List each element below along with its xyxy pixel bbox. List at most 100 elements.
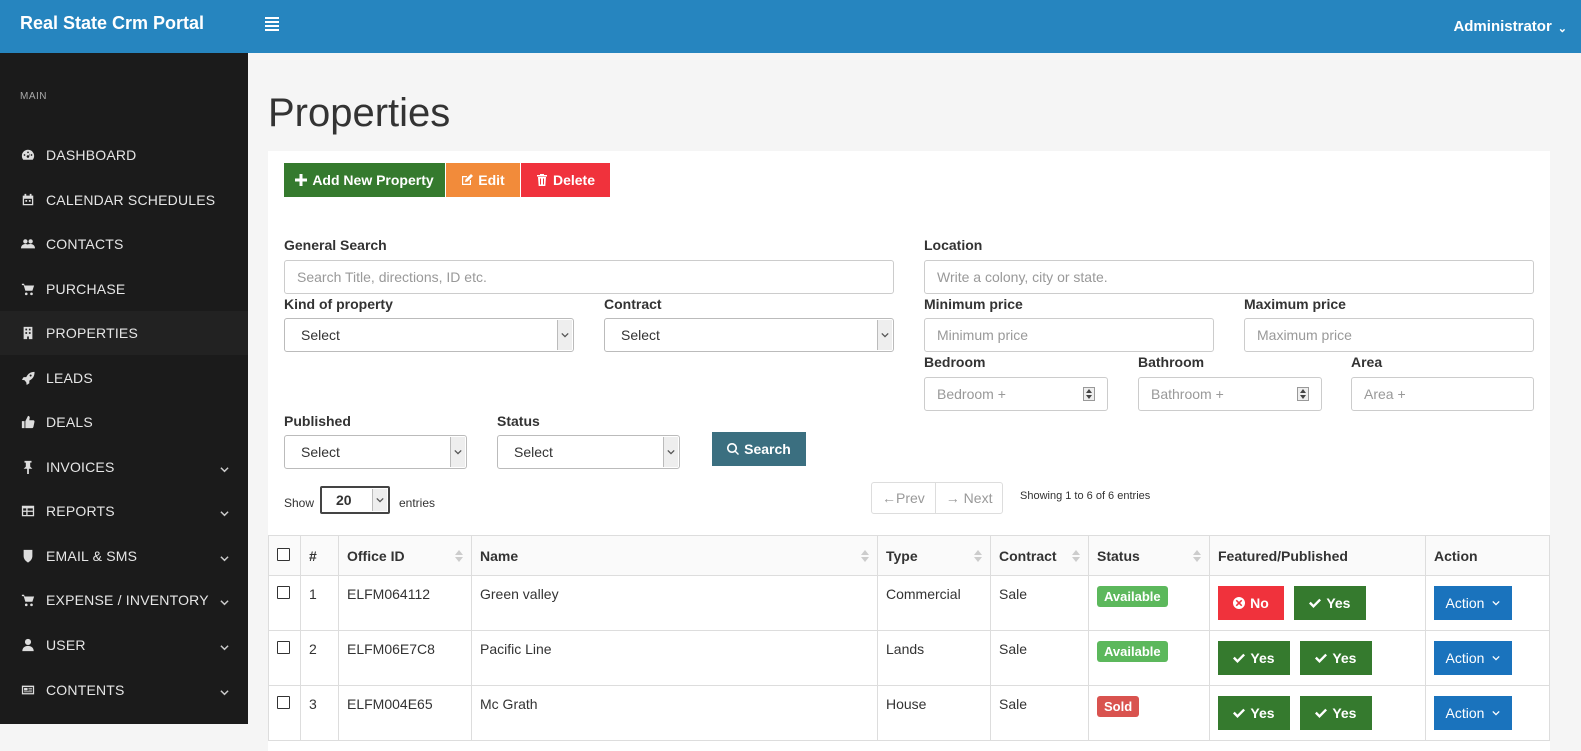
building-icon [20, 326, 36, 340]
cart-icon [20, 593, 36, 607]
bathroom-input[interactable]: Bathroom + [1138, 377, 1322, 411]
delete-button[interactable]: Delete [521, 163, 610, 197]
cell-action: Action [1425, 575, 1550, 631]
published-toggle-button[interactable]: Yes [1293, 586, 1366, 620]
cell-type: Lands [877, 630, 991, 686]
header-office-id[interactable]: Office ID [338, 535, 472, 576]
contract-label: Contract [604, 296, 662, 312]
sidebar-item-reports[interactable]: REPORTS [0, 489, 248, 533]
featured-label: Yes [1250, 705, 1275, 721]
header-name[interactable]: Name [471, 535, 878, 576]
chevron-down-icon [1492, 655, 1501, 661]
featured-toggle-button[interactable]: Yes [1218, 696, 1290, 730]
header-type[interactable]: Type [877, 535, 991, 576]
trash-icon [536, 174, 547, 186]
check-icon [1233, 653, 1246, 663]
kind-select[interactable]: Select [284, 318, 574, 352]
action-dropdown-button[interactable]: Action [1434, 586, 1512, 620]
sidebar-item-email-sms[interactable]: EMAIL & SMS [0, 534, 248, 578]
action-label: Action [1445, 705, 1485, 721]
status-select[interactable]: Select [497, 435, 680, 469]
checkbox[interactable] [277, 696, 290, 709]
action-dropdown-button[interactable]: Action [1434, 696, 1512, 730]
cell-number: 1 [300, 575, 339, 631]
row-select[interactable] [268, 630, 301, 686]
sidebar-item-label: LEADS [46, 370, 93, 386]
header-select-all[interactable] [268, 535, 301, 576]
published-select[interactable]: Select [284, 435, 467, 469]
sidebar-item-contacts[interactable]: CONTACTS [0, 222, 248, 266]
prev-page-button[interactable]: ←Prev [872, 483, 935, 513]
published-label: Published [284, 413, 351, 429]
bathroom-label: Bathroom [1138, 354, 1205, 370]
max-price-input[interactable]: Maximum price [1244, 318, 1534, 352]
cell-contract: Sale [990, 630, 1089, 686]
add-property-label: Add New Property [312, 172, 434, 188]
action-dropdown-button[interactable]: Action [1434, 641, 1512, 675]
user-menu[interactable]: Administrator ⌄ [1453, 18, 1567, 35]
thumbs-up-icon [20, 415, 36, 429]
min-price-input[interactable]: Minimum price [924, 318, 1214, 352]
user-icon [20, 638, 36, 652]
header-contract[interactable]: Contract [990, 535, 1089, 576]
location-label: Location [924, 237, 983, 253]
published-toggle-button[interactable]: Yes [1299, 641, 1372, 675]
header-number[interactable]: # [300, 535, 339, 576]
checkbox[interactable] [277, 641, 290, 654]
search-icon [727, 443, 740, 455]
sidebar-item-label: DEALS [46, 414, 93, 430]
bedroom-input[interactable]: Bedroom + [924, 377, 1108, 411]
location-input[interactable]: Write a colony, city or state. [924, 260, 1534, 294]
sidebar-item-label: PROPERTIES [46, 325, 138, 341]
checkbox[interactable] [277, 547, 290, 561]
header-featured-published: Featured/Published [1209, 535, 1426, 576]
sidebar-item-label: INVOICES [46, 459, 115, 475]
sidebar-item-expense-inventory[interactable]: EXPENSE / INVENTORY [0, 578, 248, 622]
add-property-button[interactable]: Add New Property [284, 163, 445, 197]
checkbox[interactable] [277, 586, 290, 599]
row-select[interactable] [268, 575, 301, 631]
chevron-down-icon [220, 505, 229, 517]
sidebar-item-leads[interactable]: LEADS [0, 356, 248, 400]
sidebar-item-invoices[interactable]: INVOICES [0, 445, 248, 489]
sidebar-item-label: USER [46, 637, 86, 653]
action-label: Action [1445, 595, 1485, 611]
general-search-input[interactable]: Search Title, directions, ID etc. [284, 260, 894, 294]
edit-button[interactable]: Edit [446, 163, 520, 197]
sidebar-item-user[interactable]: USER [0, 623, 248, 667]
chevron-down-icon [220, 461, 229, 473]
spinner-icon[interactable] [1297, 387, 1309, 401]
cell-action: Action [1425, 685, 1550, 741]
sidebar-item-calendar[interactable]: CALENDAR SCHEDULES [0, 178, 248, 222]
header-status[interactable]: Status [1088, 535, 1210, 576]
sidebar-item-dashboard[interactable]: DASHBOARD [0, 133, 248, 177]
featured-toggle-button[interactable]: No [1218, 586, 1284, 620]
featured-toggle-button[interactable]: Yes [1218, 641, 1290, 675]
chevron-down-icon [1492, 710, 1501, 716]
sidebar-item-contents[interactable]: CONTENTS [0, 668, 248, 712]
header-label: Type [886, 547, 918, 564]
newspaper-icon [20, 683, 36, 697]
area-input[interactable]: Area + [1351, 377, 1534, 411]
featured-label: No [1250, 595, 1269, 611]
sidebar-item-properties[interactable]: PROPERTIES [0, 311, 248, 355]
app-title[interactable]: Real State Crm Portal [20, 13, 204, 34]
cell-office-id: ELFM004E65 [338, 685, 472, 741]
spinner-icon[interactable] [1083, 387, 1095, 401]
published-toggle-button[interactable]: Yes [1299, 696, 1372, 730]
row-select[interactable] [268, 685, 301, 741]
contract-select[interactable]: Select [604, 318, 894, 352]
sort-icon [455, 550, 463, 562]
page-size-select[interactable]: 20 [320, 486, 390, 514]
next-page-button[interactable]: → Next [934, 483, 1003, 513]
times-circle-icon [1233, 597, 1246, 609]
properties-panel: Add New Property Edit Delete General Sea… [268, 151, 1550, 751]
sidebar-item-purchase[interactable]: PURCHASE [0, 267, 248, 311]
hamburger-menu-icon[interactable] [265, 17, 279, 31]
action-label: Action [1445, 650, 1485, 666]
kind-label: Kind of property [284, 296, 393, 312]
chevron-down-icon [1492, 600, 1501, 606]
search-button[interactable]: Search [712, 432, 806, 466]
sidebar-item-deals[interactable]: DEALS [0, 400, 248, 444]
check-icon [1315, 708, 1328, 718]
